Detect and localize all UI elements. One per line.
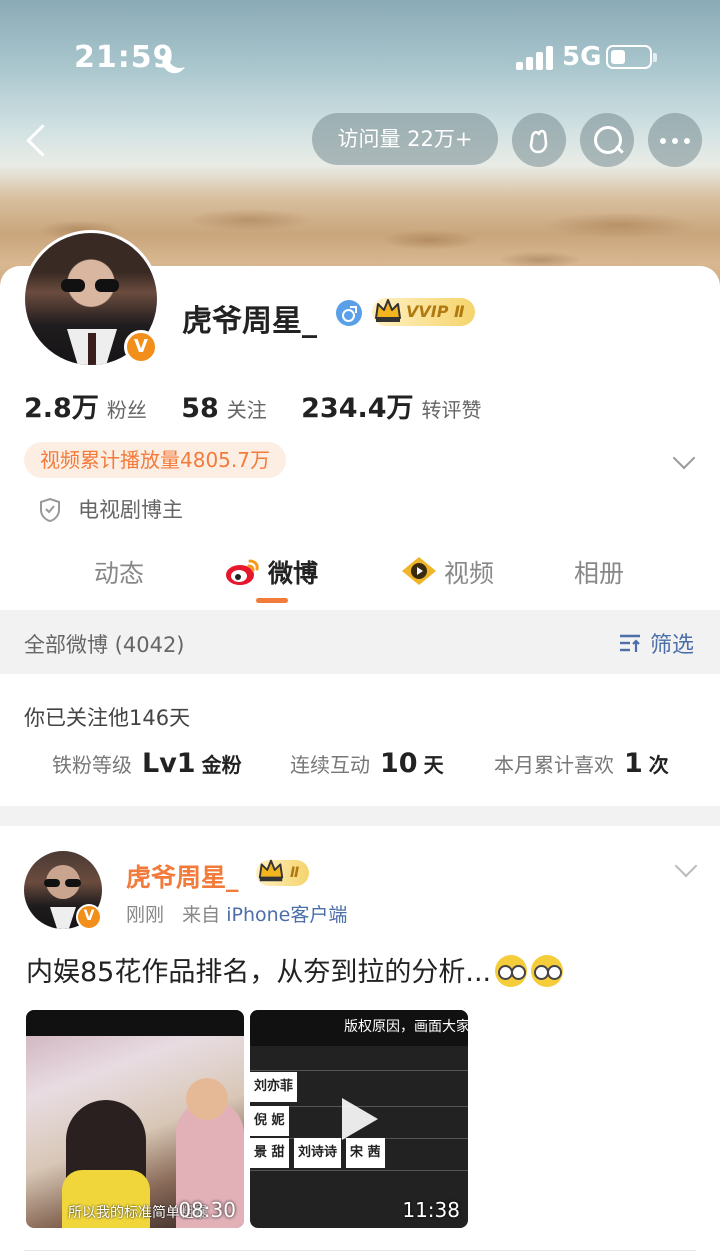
post-source-prefix: 来自 bbox=[182, 904, 221, 926]
crown-icon bbox=[258, 859, 284, 882]
vip-badge-label: VVIP Ⅱ bbox=[406, 302, 465, 321]
post-vip-badge: Ⅱ bbox=[256, 859, 310, 886]
tab-video[interactable]: 视频 bbox=[444, 554, 494, 590]
fan-info: 你已关注他146天 铁粉等级 Lv1 金粉 连续互动 10 天 本月累计喜欢 1 次 bbox=[0, 674, 720, 806]
filter-button[interactable]: 筛选 bbox=[650, 627, 694, 659]
vip-badge[interactable]: VVIP Ⅱ bbox=[372, 298, 475, 326]
fan-level[interactable]: 铁粉等级 Lv1 金粉 bbox=[52, 748, 242, 779]
status-bar: 21:59 5G bbox=[0, 0, 720, 110]
post-text[interactable]: 内娱85花作品排名，从夯到拉的分析... bbox=[26, 950, 564, 989]
verified-badge-icon: V bbox=[76, 904, 102, 930]
video-thumbnail[interactable]: 版权原因，画面大家自 刘亦菲 倪 妮 景 甜 刘诗诗 宋 茜 11:38 bbox=[250, 1010, 468, 1228]
filter-icon[interactable] bbox=[618, 632, 642, 654]
verified-badge-icon: V bbox=[124, 330, 158, 364]
play-icon[interactable] bbox=[342, 1098, 378, 1140]
chevron-down-icon[interactable] bbox=[674, 854, 698, 878]
stat-interactions[interactable]: 234.4万 转评赞 bbox=[301, 386, 481, 425]
post-author[interactable]: 虎爷周星_ bbox=[126, 858, 239, 894]
status-time: 21:59 bbox=[74, 40, 175, 75]
video-thumbnail[interactable]: 所以我的标准简单粗暴 08:30 bbox=[26, 1010, 244, 1228]
video-name-tag: 宋 茜 bbox=[346, 1138, 385, 1168]
tab-activity[interactable]: 动态 bbox=[94, 554, 144, 590]
gift-icon[interactable] bbox=[512, 113, 566, 167]
visits-button[interactable]: 访问量 22万+ bbox=[312, 113, 498, 165]
post-divider bbox=[24, 1250, 696, 1251]
video-top-text: 版权原因，画面大家自 bbox=[250, 1010, 468, 1046]
video-duration: 11:38 bbox=[402, 1198, 460, 1222]
video-name-tag: 刘亦菲 bbox=[250, 1072, 298, 1102]
fan-likes[interactable]: 本月累计喜欢 1 次 bbox=[494, 748, 669, 779]
video-name-tag: 刘诗诗 bbox=[294, 1138, 342, 1168]
more-icon[interactable] bbox=[648, 113, 702, 167]
stat-fans[interactable]: 2.8万 粉丝 bbox=[24, 386, 147, 425]
video-name-tag: 景 甜 bbox=[250, 1138, 289, 1168]
weibo-icon bbox=[226, 559, 259, 585]
back-icon[interactable] bbox=[22, 124, 52, 156]
active-tab-indicator bbox=[256, 598, 288, 603]
emoji-icon bbox=[495, 955, 528, 987]
video-name-tag: 倪 妮 bbox=[250, 1106, 289, 1136]
section-divider bbox=[0, 806, 720, 826]
stat-following[interactable]: 58 关注 bbox=[181, 393, 267, 424]
profile-stats: 2.8万 粉丝 58 关注 234.4万 转评赞 bbox=[24, 386, 510, 425]
signal-icon bbox=[516, 46, 554, 70]
video-plays-badge[interactable]: 视频累计播放量4805.7万 bbox=[24, 442, 286, 478]
network-label: 5G bbox=[562, 42, 602, 72]
filter-bar: 全部微博 (4042) 筛选 bbox=[0, 610, 720, 674]
male-icon bbox=[336, 300, 362, 326]
video-icon bbox=[402, 557, 436, 585]
shield-icon bbox=[40, 497, 60, 523]
battery-icon bbox=[606, 45, 657, 69]
crown-icon bbox=[375, 299, 401, 322]
profile-tabs: 动态 微博 视频 相册 bbox=[0, 536, 720, 608]
post-count: 全部微博 (4042) bbox=[24, 633, 185, 657]
post-source[interactable]: iPhone客户端 bbox=[226, 904, 347, 926]
emoji-icon bbox=[531, 955, 564, 987]
role-label: 电视剧博主 bbox=[78, 498, 183, 522]
video-duration: 08:30 bbox=[178, 1198, 236, 1222]
post-vip-label: Ⅱ bbox=[290, 865, 300, 881]
follow-days: 你已关注他146天 bbox=[24, 706, 191, 730]
post-meta: 刚刚 来自 iPhone客户端 bbox=[126, 900, 347, 927]
profile-name: 虎爷周星_ bbox=[182, 304, 317, 339]
tab-weibo[interactable]: 微博 bbox=[268, 554, 318, 590]
fan-streak[interactable]: 连续互动 10 天 bbox=[290, 748, 444, 779]
search-icon[interactable] bbox=[580, 113, 634, 167]
tab-album[interactable]: 相册 bbox=[574, 554, 624, 590]
post-card[interactable]: V 虎爷周星_ Ⅱ 刚刚 来自 iPhone客户端 内娱85花作品排名，从夯到拉… bbox=[0, 826, 720, 1258]
post-time: 刚刚 bbox=[126, 904, 165, 926]
